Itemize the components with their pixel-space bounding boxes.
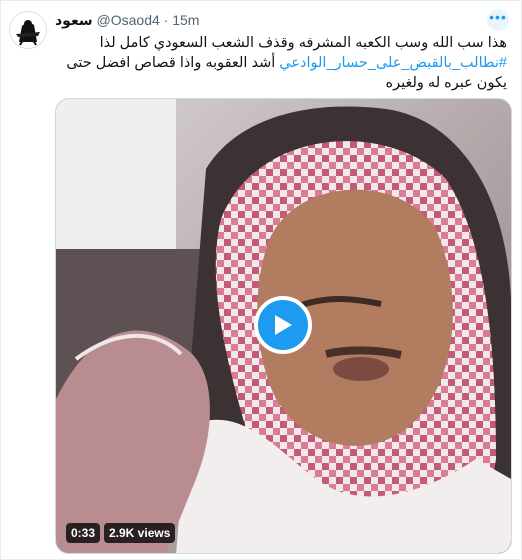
tweet-line-2: #نطالب_بالقبض_على_حسار_الوادعي أشد العقو…	[57, 53, 507, 73]
video-views-badge: 2.9K views	[104, 523, 176, 543]
tweet-line-2-text: أشد العقوبه واذا قصاص افضل حتى	[66, 55, 280, 71]
display-name[interactable]: سعود	[55, 12, 93, 28]
user-handle[interactable]: @Osaod4	[97, 12, 160, 28]
tweet-card[interactable]: سعود @Osaod4 · 15m ••• هذا سب الله وسب ا…	[0, 0, 522, 560]
avatar-image	[10, 12, 46, 48]
hashtag-link[interactable]: #نطالب_بالقبض_على_حسار_الوادعي	[279, 55, 507, 71]
tweet-header: سعود @Osaod4 · 15m	[55, 12, 199, 29]
timestamp[interactable]: 15m	[172, 12, 199, 28]
tweet-text: هذا سب الله وسب الكعبه المشرفه وقذف الشع…	[57, 33, 507, 93]
avatar[interactable]	[9, 11, 47, 49]
play-icon	[275, 315, 292, 335]
tweet-line-3: يكون عبره له ولغيره	[385, 75, 507, 91]
play-button[interactable]	[254, 296, 312, 354]
tweet-line-1: هذا سب الله وسب الكعبه المشرفه وقذف الشع…	[99, 35, 507, 51]
video-duration-badge: 0:33	[66, 523, 101, 543]
more-icon: •••	[489, 9, 507, 25]
more-options-button[interactable]: •••	[487, 9, 509, 31]
video-player[interactable]: 0:33 2.9K views	[55, 98, 512, 554]
separator-dot: ·	[163, 12, 169, 28]
